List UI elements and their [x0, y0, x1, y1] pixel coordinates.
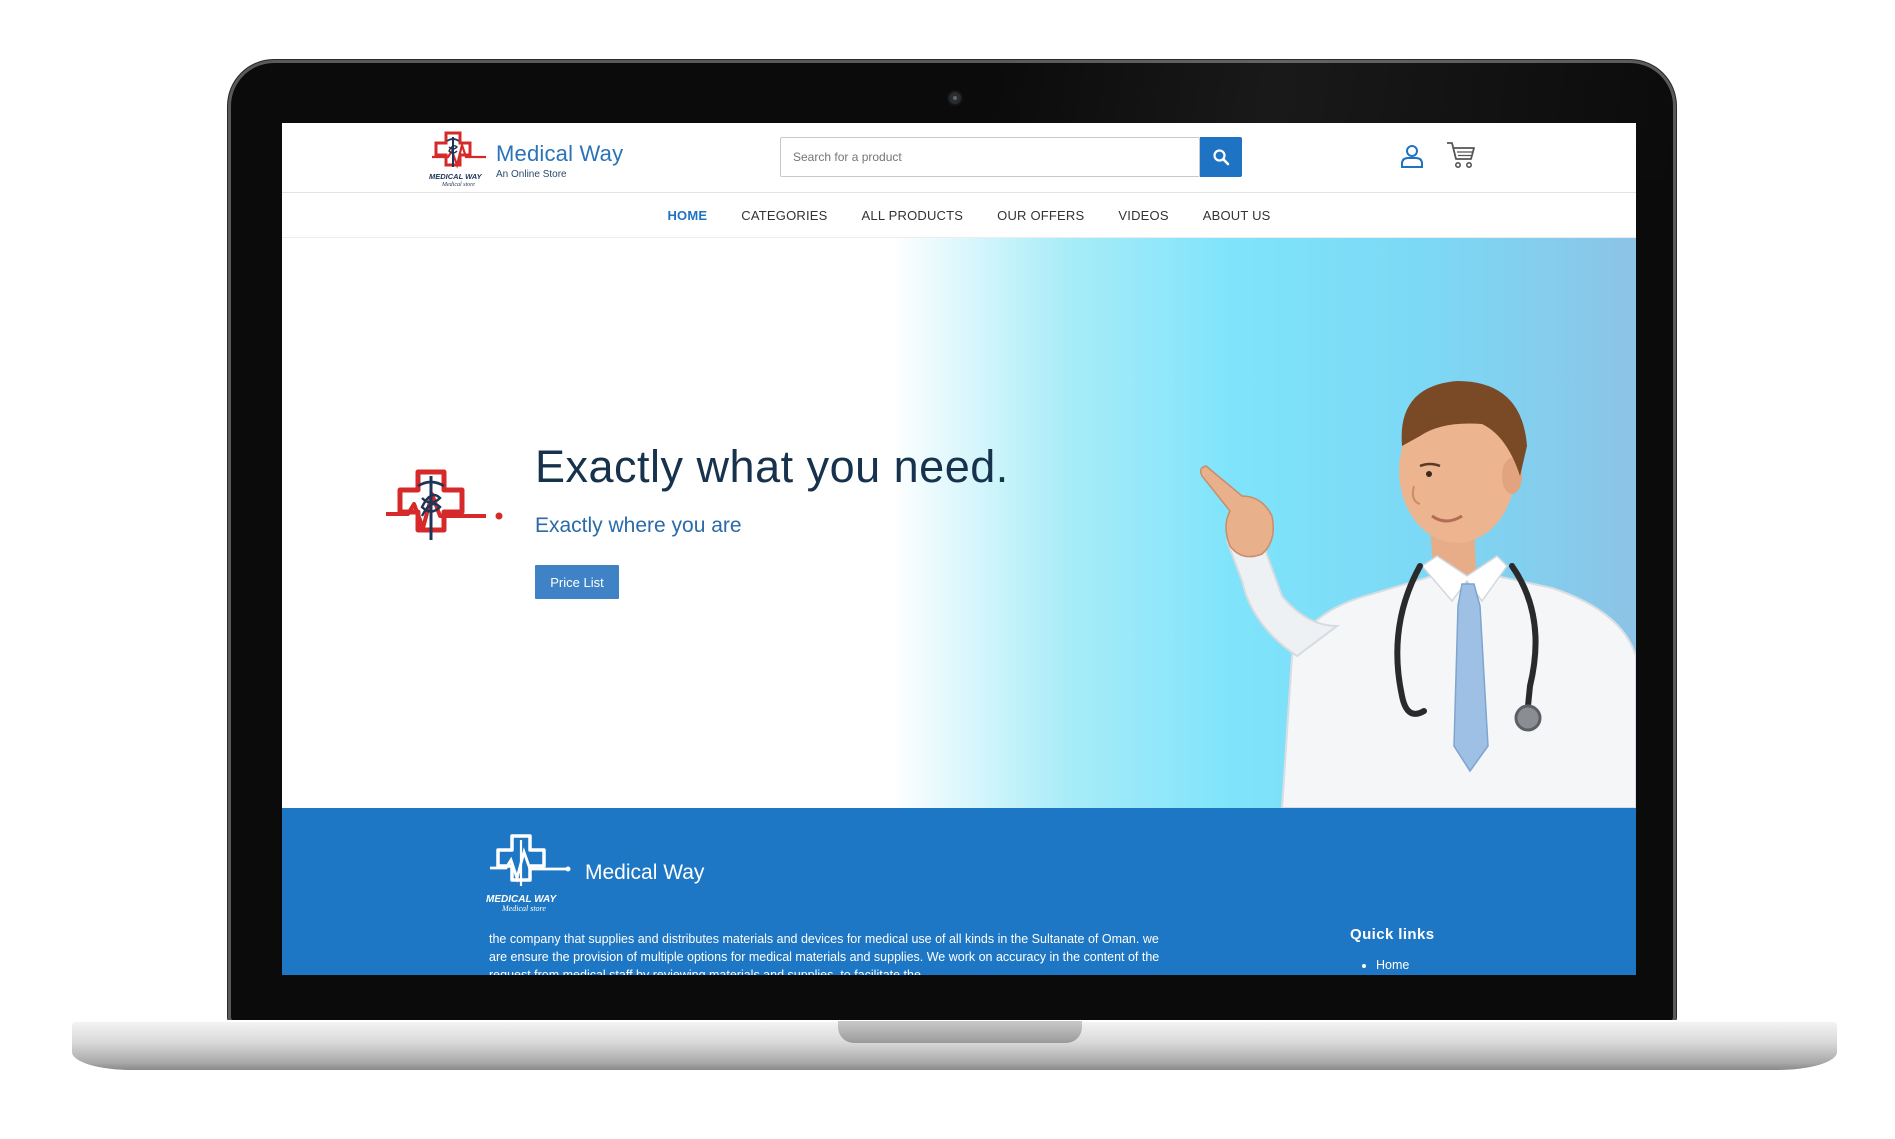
search-input[interactable]	[780, 137, 1200, 177]
laptop-notch	[838, 1021, 1082, 1043]
main-nav: HOME CATEGORIES ALL PRODUCTS OUR OFFERS …	[282, 193, 1636, 238]
footer-logo-icon: MEDICAL WAY Medical store	[486, 834, 571, 912]
search-button[interactable]	[1200, 137, 1242, 177]
user-icon[interactable]	[1399, 143, 1425, 169]
webcam	[949, 92, 961, 104]
quick-links-list: Home	[1360, 958, 1409, 972]
footer-about-text: the company that supplies and distribute…	[489, 932, 1160, 975]
nav-item-all-products[interactable]: ALL PRODUCTS	[862, 208, 964, 223]
cart-icon[interactable]	[1445, 140, 1477, 170]
brand-tagline: An Online Store	[496, 169, 567, 180]
quick-links-title: Quick links	[1350, 926, 1435, 943]
logo-text-line1: MEDICAL WAY	[429, 172, 483, 181]
quick-link-home[interactable]: Home	[1376, 958, 1409, 972]
hero-logo-icon	[386, 469, 503, 540]
nav-item-categories[interactable]: CATEGORIES	[741, 208, 827, 223]
hero-banner: Exactly what you need. Exactly where you…	[282, 238, 1636, 808]
hero-title: Exactly what you need.	[535, 441, 1009, 492]
price-list-button[interactable]: Price List	[535, 565, 619, 599]
browser-screen: MEDICAL WAY Medical store Medical Way An…	[282, 123, 1636, 975]
logo-caduceus-icon: MEDICAL WAY Medical store	[429, 131, 486, 187]
nav-item-about-us[interactable]: ABOUT US	[1203, 208, 1271, 223]
nav-item-our-offers[interactable]: OUR OFFERS	[997, 208, 1084, 223]
hero-subtitle: Exactly where you are	[535, 514, 742, 537]
site-header: MEDICAL WAY Medical store Medical Way An…	[282, 123, 1636, 193]
site-footer: MEDICAL WAY Medical store Medical Way th…	[282, 808, 1636, 975]
brand-name: Medical Way	[496, 141, 624, 166]
nav-item-videos[interactable]: VIDEOS	[1118, 208, 1168, 223]
doctor-image	[1199, 381, 1636, 808]
nav-item-home[interactable]: HOME	[667, 208, 707, 223]
footer-logo-text-line2: Medical store	[501, 904, 546, 912]
logo-text-line2: Medical store	[441, 182, 475, 187]
site-logo[interactable]: MEDICAL WAY Medical store Medical Way An…	[428, 129, 648, 189]
footer-brand-name: Medical Way	[585, 861, 705, 884]
search-icon	[1213, 149, 1230, 166]
nav-list: HOME CATEGORIES ALL PRODUCTS OUR OFFERS …	[282, 193, 1636, 237]
